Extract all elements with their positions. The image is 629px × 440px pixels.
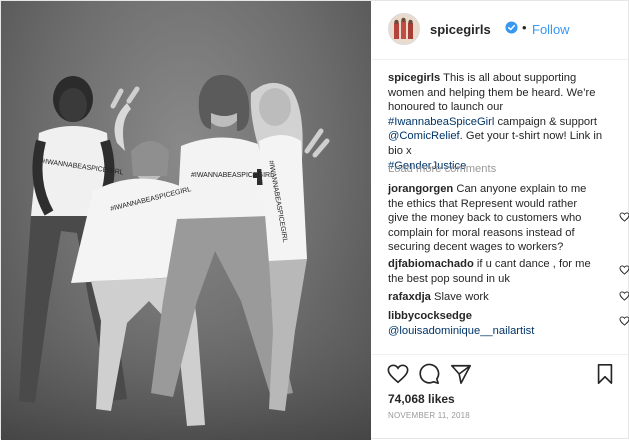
post-actions: 74,068 likes NOVEMBER 11, 2018 [372,354,628,439]
post-side-panel: spicegirls • Follow spicegirls This is a… [372,1,629,439]
caption: spicegirls This is all about supporting … [388,71,610,173]
comment-item: djfabiomachado if u cant dance , for me … [388,257,600,286]
comment-icon[interactable] [418,363,440,385]
comment-like-heart-icon[interactable] [619,212,629,222]
comment-item: libbycocksedge @louisadominique__nailart… [388,309,600,338]
bookmark-icon[interactable] [594,363,616,385]
load-more-comments[interactable]: Load more comments [388,162,496,177]
caption-text-2: campaign & support [494,115,597,128]
photo-illustration: #IWANNABEASPICEGIRL #IWANNABEASPICEGIRL … [1,74,371,440]
heart-icon[interactable] [387,363,409,385]
comment-like-heart-icon[interactable] [619,265,629,275]
comment-item: jorangorgen Can anyone explain to me the… [388,182,600,255]
caption-hashtag-1[interactable]: #IwannabeaSpiceGirl [388,116,494,128]
comment-text: Slave work [430,291,489,303]
post-date: NOVEMBER 11, 2018 [388,411,470,420]
post-header: spicegirls • Follow [372,1,628,60]
verified-badge-icon [505,21,518,34]
likes-count[interactable]: 74,068 likes [388,392,455,406]
instagram-post: #IWANNABEASPICEGIRL #IWANNABEASPICEGIRL … [0,0,629,440]
comment-like-heart-icon[interactable] [619,291,629,301]
comment-username[interactable]: djfabiomachado [388,258,474,270]
comment-item: rafaxdja Slave work [388,290,600,305]
comment-username[interactable]: rafaxdja [388,291,431,303]
follow-button[interactable]: Follow [532,22,570,37]
post-photo[interactable]: #IWANNABEASPICEGIRL #IWANNABEASPICEGIRL … [1,1,371,440]
shirt-text-3: #IWANNABEASPICEGIRL [191,172,274,179]
comment-username[interactable]: jorangorgen [388,183,453,195]
comment-mention[interactable]: @louisadominique__nailartist [388,325,534,337]
header-username[interactable]: spicegirls [430,22,491,37]
comment-like-heart-icon[interactable] [619,316,629,326]
caption-username[interactable]: spicegirls [388,72,440,84]
share-icon[interactable] [450,363,472,385]
header-separator: • [522,20,527,35]
avatar-image [389,14,419,44]
caption-mention[interactable]: @ComicRelief [388,130,460,142]
avatar[interactable] [388,13,420,45]
comment-username[interactable]: libbycocksedge [388,310,472,322]
